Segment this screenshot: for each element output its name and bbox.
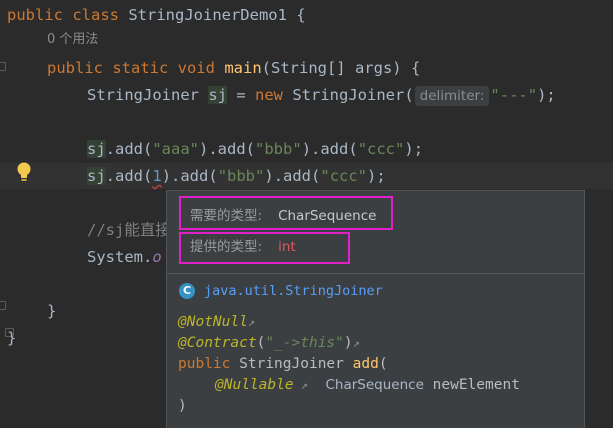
fold-marker[interactable] (0, 62, 6, 71)
doc-signature: public StringJoiner add( (178, 356, 388, 372)
error-argument[interactable]: 1 (152, 167, 161, 185)
highlight-box-required (179, 196, 393, 230)
type-mismatch-section: 需要的类型: CharSequence 提供的类型: int (167, 191, 584, 274)
doc-signature-close: ) (178, 398, 187, 414)
type-error-popup[interactable]: 需要的类型: CharSequence 提供的类型: int C java.util… (166, 190, 585, 428)
doc-annotation-notnull: @NotNull↗ (178, 314, 256, 330)
fold-marker[interactable] (0, 301, 6, 310)
code-line-close-class: } (7, 329, 17, 347)
doc-parameter: @Nullable ↗ CharSequence newElement (215, 377, 520, 393)
external-link-icon[interactable]: ↗ (353, 336, 360, 350)
code-line-add-2: sj.add(1).add("bbb").add("ccc"); (87, 167, 386, 185)
code-line-joiner-decl: StringJoiner sj = new StringJoiner(delim… (87, 86, 556, 106)
code-line-class-decl: public class StringJoinerDemo1 { (7, 6, 306, 24)
class-icon: C (179, 283, 195, 299)
external-link-icon[interactable]: ↗ (294, 378, 308, 392)
highlight-box-provided (179, 232, 350, 264)
class-link[interactable]: java.util.StringJoiner (204, 280, 383, 302)
usages-hint[interactable]: 0 个用法 (47, 29, 98, 51)
doc-annotation-contract: @Contract("_->this")↗ (178, 335, 360, 351)
lightbulb-icon[interactable] (15, 161, 33, 183)
parameter-hint: delimiter: (414, 86, 490, 106)
code-line-add-1: sj.add("aaa").add("bbb").add("ccc"); (87, 140, 424, 158)
external-link-icon[interactable]: ↗ (248, 315, 255, 329)
code-line-system-out: System.o (87, 248, 162, 266)
code-line-main: public static void main(String[] args) { (47, 59, 421, 77)
code-line-close-method: } (47, 302, 57, 320)
code-line-comment: //sj能直接 (87, 221, 171, 239)
